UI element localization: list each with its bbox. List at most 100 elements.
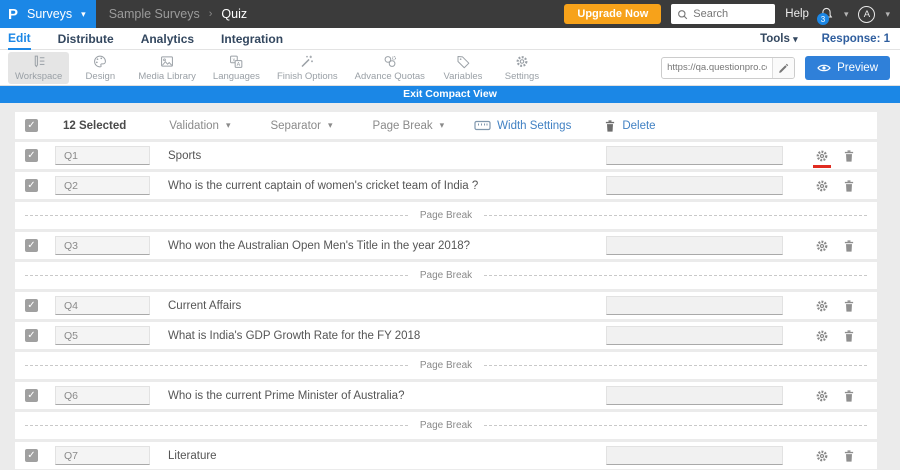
validation-dropdown[interactable]: Validation ▾ xyxy=(169,120,230,132)
tab-analytics[interactable]: Analytics xyxy=(141,28,194,50)
question-settings-button[interactable] xyxy=(815,179,829,193)
row-checkbox[interactable]: ✓ xyxy=(25,449,38,462)
question-delete-button[interactable] xyxy=(843,449,855,463)
notification-count-badge: 3 xyxy=(816,13,829,25)
question-list-area: ✓ 12 Selected Validation ▾ Separator ▾ P… xyxy=(0,103,900,470)
trash-icon xyxy=(844,239,854,252)
page-break-divider xyxy=(25,275,408,276)
question-code-input[interactable] xyxy=(55,326,150,345)
tab-distribute[interactable]: Distribute xyxy=(58,28,114,50)
toolbar-item-settings[interactable]: Settings xyxy=(494,52,550,84)
gear-icon xyxy=(816,450,828,461)
eye-icon xyxy=(817,63,831,73)
width-settings-button[interactable]: Width Settings xyxy=(474,120,571,132)
media-library-icon xyxy=(159,54,175,69)
select-all-checkbox[interactable]: ✓ xyxy=(25,119,38,132)
answer-input[interactable] xyxy=(606,386,783,405)
question-settings-button[interactable] xyxy=(813,149,831,168)
page-break-dropdown[interactable]: Page Break ▾ xyxy=(373,120,445,132)
toolbar-item-finish-options[interactable]: Finish Options xyxy=(270,52,345,84)
answer-input[interactable] xyxy=(606,236,783,255)
trash-icon xyxy=(844,329,854,342)
section-tab-bar: Edit Distribute Analytics Integration To… xyxy=(0,28,900,50)
question-delete-button[interactable] xyxy=(843,389,855,403)
toolbar-item-advance-quotas[interactable]: Advance Quotas xyxy=(348,52,432,84)
question-code-input[interactable] xyxy=(55,236,150,255)
question-delete-button[interactable] xyxy=(843,329,855,343)
toolbar-item-languages[interactable]: xA Languages xyxy=(206,52,267,84)
response-count-link[interactable]: Response: 1 xyxy=(822,33,890,45)
row-checkbox[interactable]: ✓ xyxy=(25,389,38,402)
separator-dropdown[interactable]: Separator ▾ xyxy=(270,120,332,132)
chevron-down-icon[interactable]: ▾ xyxy=(885,9,890,19)
question-settings-button[interactable] xyxy=(815,239,829,253)
notifications-button[interactable]: 3 xyxy=(816,6,834,25)
preview-button[interactable]: Preview xyxy=(805,55,890,80)
edit-url-button[interactable] xyxy=(772,57,795,78)
page-break-row: Page Break xyxy=(15,202,877,229)
row-checkbox[interactable]: ✓ xyxy=(25,179,38,192)
toolbar-item-workspace[interactable]: Workspace xyxy=(8,51,70,84)
answer-input[interactable] xyxy=(606,296,783,315)
chevron-down-icon: ▾ xyxy=(328,120,333,130)
gear-icon xyxy=(816,330,828,341)
gear-icon xyxy=(816,180,828,191)
help-link[interactable]: Help xyxy=(785,8,809,20)
search-input[interactable] xyxy=(693,8,768,20)
toolbar-item-design[interactable]: Design xyxy=(72,52,128,84)
question-settings-button[interactable] xyxy=(815,449,829,463)
page-break-divider xyxy=(484,215,868,216)
top-navigation-bar: P Surveys ▾ Sample Surveys › Quiz Upgrad… xyxy=(0,0,900,28)
question-settings-button[interactable] xyxy=(815,389,829,403)
question-settings-button[interactable] xyxy=(815,329,829,343)
row-checkbox[interactable]: ✓ xyxy=(25,239,38,252)
ruler-icon xyxy=(474,120,491,131)
page-break-row: Page Break xyxy=(15,352,877,379)
row-checkbox[interactable]: ✓ xyxy=(25,149,38,162)
tab-edit[interactable]: Edit xyxy=(8,28,31,50)
question-settings-button[interactable] xyxy=(815,299,829,313)
toolbar-item-label: Variables xyxy=(443,70,483,82)
settings-icon xyxy=(514,54,530,69)
question-code-input[interactable] xyxy=(55,176,150,195)
breadcrumb-parent[interactable]: Sample Surveys xyxy=(109,7,200,21)
question-row-q2: ✓ Who is the current captain of women's … xyxy=(15,172,877,199)
question-delete-button[interactable] xyxy=(843,239,855,253)
delete-button[interactable]: Delete xyxy=(604,119,656,133)
exit-compact-view-bar[interactable]: Exit Compact View xyxy=(0,86,900,103)
surveys-product-menu[interactable]: P Surveys ▾ xyxy=(0,0,96,28)
tab-integration[interactable]: Integration xyxy=(221,28,283,50)
page-break-label: Page Break xyxy=(419,360,473,371)
page-break-label: Page Break xyxy=(419,420,473,431)
upgrade-now-button[interactable]: Upgrade Now xyxy=(564,4,662,24)
answer-input[interactable] xyxy=(606,176,783,195)
question-text: Who won the Australian Open Men's Title … xyxy=(168,239,471,252)
edit-toolbar: Workspace Design Media Library xA Langua… xyxy=(0,50,900,86)
answer-input[interactable] xyxy=(606,146,783,165)
question-delete-button[interactable] xyxy=(843,299,855,313)
toolbar-item-media-library[interactable]: Media Library xyxy=(131,52,203,84)
toolbar-item-variables[interactable]: Variables xyxy=(435,52,491,84)
page-break-divider xyxy=(25,365,408,366)
avatar[interactable]: A xyxy=(858,5,876,23)
row-checkbox[interactable]: ✓ xyxy=(25,299,38,312)
question-delete-button[interactable] xyxy=(843,149,855,163)
question-text: Literature xyxy=(168,449,217,462)
answer-input[interactable] xyxy=(606,326,783,345)
question-delete-button[interactable] xyxy=(843,179,855,193)
answer-input[interactable] xyxy=(606,446,783,465)
global-search[interactable] xyxy=(671,4,776,24)
question-text: Sports xyxy=(168,149,202,162)
question-code-input[interactable] xyxy=(55,386,150,405)
chevron-down-icon[interactable]: ▾ xyxy=(844,9,849,19)
breadcrumb: Sample Surveys › Quiz xyxy=(109,7,247,21)
tools-menu[interactable]: Tools ▾ xyxy=(760,33,798,45)
chevron-down-icon: ▾ xyxy=(439,120,445,130)
row-checkbox[interactable]: ✓ xyxy=(25,329,38,342)
question-text: Who is the current captain of women's cr… xyxy=(168,179,479,192)
question-code-input[interactable] xyxy=(55,146,150,165)
question-code-input[interactable] xyxy=(55,296,150,315)
workspace-icon xyxy=(31,54,47,69)
question-code-input[interactable] xyxy=(55,446,150,465)
survey-url-input[interactable] xyxy=(662,62,773,73)
